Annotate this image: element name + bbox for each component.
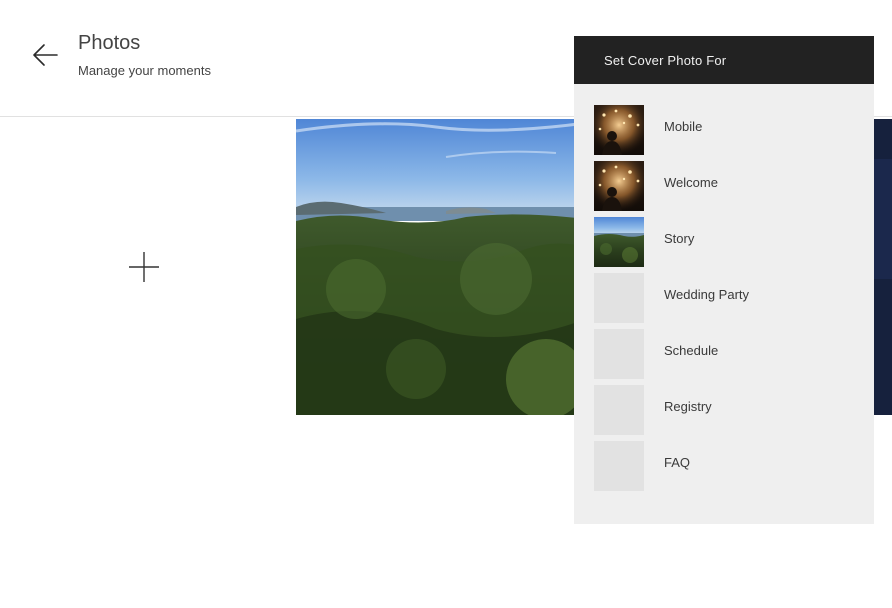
gallery-photo-landscape[interactable] (296, 119, 586, 415)
cover-option-schedule[interactable]: Schedule (574, 329, 874, 385)
cover-option-label: Registry (664, 399, 712, 414)
cover-menu-list: Mobile Welcome Story Wedding Party Sched… (574, 84, 874, 497)
cover-option-mobile[interactable]: Mobile (574, 105, 874, 161)
thumbnail-landscape (594, 217, 644, 267)
page-title: Photos (78, 32, 141, 54)
cover-option-faq[interactable]: FAQ (574, 441, 874, 497)
cover-option-label: Wedding Party (664, 287, 750, 302)
plus-icon (129, 252, 159, 282)
cover-option-story[interactable]: Story (574, 217, 874, 273)
thumbnail-placeholder (594, 273, 644, 323)
arrow-left-icon (33, 44, 58, 66)
thumbnail-placeholder (594, 385, 644, 435)
cover-option-label: FAQ (664, 455, 691, 470)
cover-menu-heading: Set Cover Photo For (574, 36, 874, 84)
thumbnail-placeholder (594, 329, 644, 379)
cover-option-welcome[interactable]: Welcome (574, 161, 874, 217)
cover-option-wedding-party[interactable]: Wedding Party (574, 273, 874, 329)
cover-option-label: Welcome (664, 175, 718, 190)
back-button[interactable] (26, 38, 64, 72)
thumbnail-lights (594, 105, 644, 155)
cover-photo-menu: Set Cover Photo For Mobile Welcome Story… (574, 36, 874, 524)
thumbnail-placeholder (594, 441, 644, 491)
page-subtitle: Manage your moments (78, 63, 211, 78)
cover-option-registry[interactable]: Registry (574, 385, 874, 441)
cover-option-label: Mobile (664, 119, 703, 134)
landscape-photo (296, 119, 586, 415)
cover-option-label: Schedule (664, 343, 719, 358)
thumbnail-lights (594, 161, 644, 211)
add-photo-button[interactable] (114, 237, 174, 297)
cover-option-label: Story (664, 231, 695, 246)
